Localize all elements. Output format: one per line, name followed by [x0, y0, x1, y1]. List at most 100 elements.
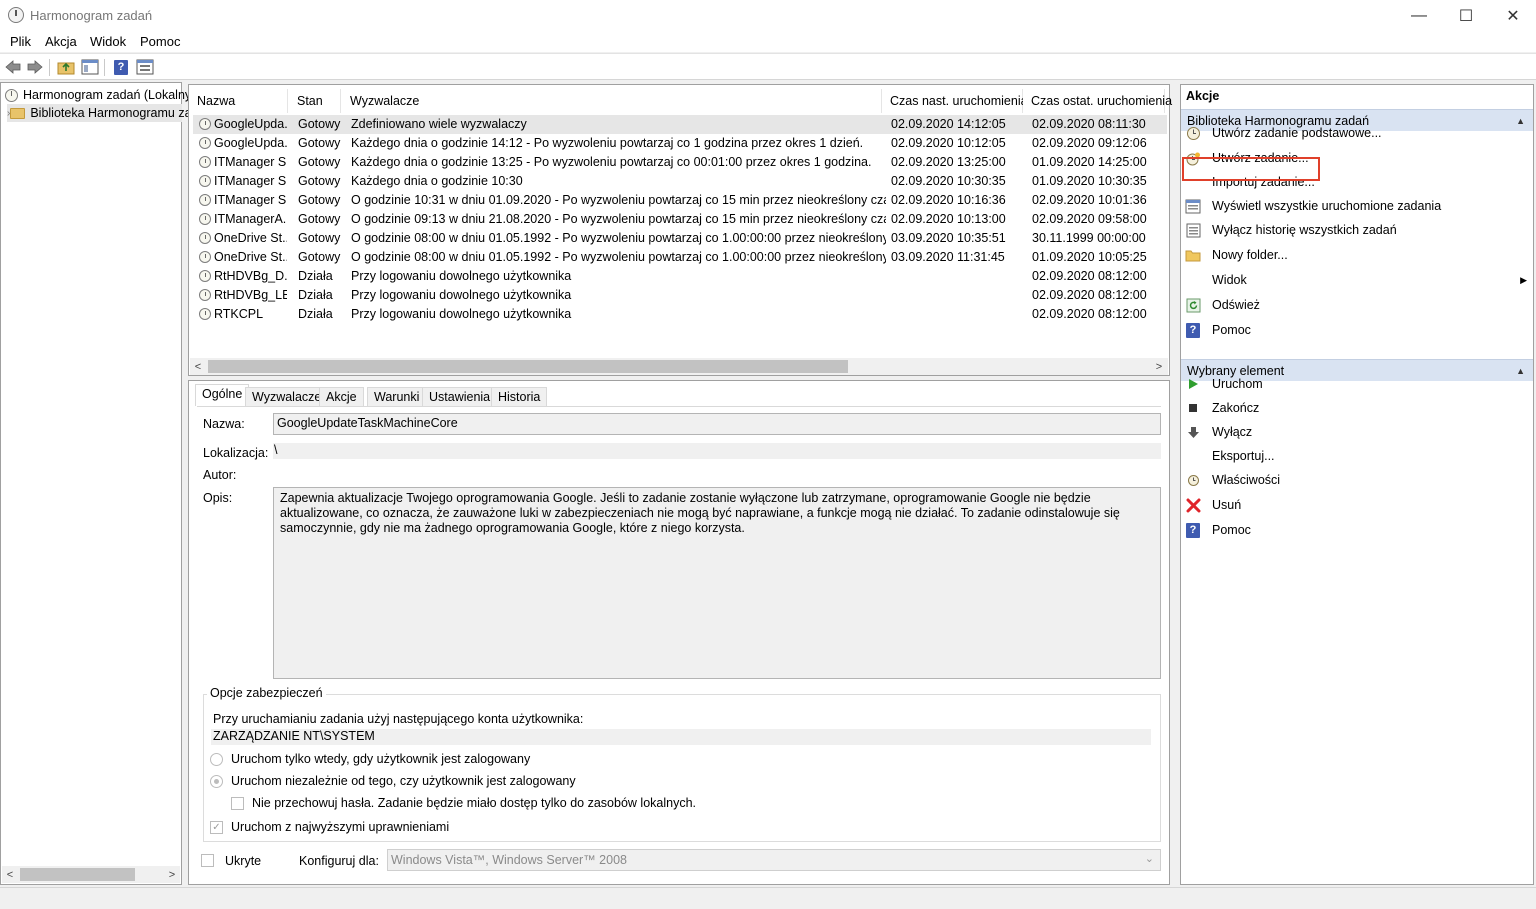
tab-triggers[interactable]: Wyzwalacze: [245, 387, 329, 406]
cell-next-run: 02.09.2020 10:16:36: [891, 193, 1029, 207]
action-item[interactable]: Wyłącz: [1185, 421, 1529, 443]
action-item[interactable]: Nowy folder...: [1185, 244, 1529, 266]
cell-status-text: Gotowy: [298, 136, 341, 150]
table-row[interactable]: OneDrive St... Gotowy O godzinie 08:00 w d…: [193, 229, 1167, 248]
column-header-next-run[interactable]: Czas nast. uruchomienia: [882, 89, 1028, 113]
action-label: Pomoc: [1212, 523, 1251, 537]
menu-view[interactable]: Widok: [90, 34, 126, 49]
close-button[interactable]: ✕: [1490, 0, 1536, 32]
scroll-left-arrow-icon[interactable]: <: [2, 866, 18, 883]
tab-general[interactable]: Ogólne: [195, 384, 250, 406]
show-hide-console-tree-icon[interactable]: [80, 58, 100, 76]
status-bar: [0, 887, 1536, 909]
cell-name: ITManagerA...: [199, 212, 287, 226]
name-field[interactable]: GoogleUpdateTaskMachineCore: [273, 413, 1161, 435]
action-item[interactable]: Utwórz zadanie podstawowe...: [1185, 122, 1529, 144]
tab-settings[interactable]: Ustawienia: [422, 387, 498, 406]
table-row[interactable]: GoogleUpda... Gotowy Każdego dnia o godzin…: [193, 134, 1167, 153]
highest-privileges-label: Uruchom z najwyższymi uprawnieniami: [231, 820, 450, 834]
maximize-button[interactable]: ☐: [1443, 0, 1489, 32]
cell-triggers: Zdefiniowano wiele wyzwalaczy: [351, 117, 886, 131]
action-item[interactable]: Odśwież: [1185, 294, 1529, 316]
tree-horizontal-scrollbar[interactable]: < >: [2, 866, 180, 883]
table-row[interactable]: OneDrive St... Gotowy O godzinie 08:00 w d…: [193, 248, 1167, 267]
cell-status: Gotowy: [298, 136, 348, 150]
tab-strip-divider: [197, 406, 1161, 407]
tree-item-task-library[interactable]: › Biblioteka Harmonogramu zadań: [7, 104, 212, 122]
action-label: Usuń: [1212, 498, 1242, 512]
action-item[interactable]: Usuń: [1185, 494, 1529, 516]
blank-icon: [1185, 448, 1201, 464]
table-row[interactable]: ITManager S... Gotowy O godzinie 10:31 w d…: [193, 191, 1167, 210]
cell-name: GoogleUpda...: [199, 117, 287, 131]
action-item[interactable]: Wyłącz historię wszystkich zadań: [1185, 219, 1529, 241]
properties-icon[interactable]: [135, 58, 155, 76]
back-arrow-icon[interactable]: [3, 58, 23, 76]
tab-actions[interactable]: Akcje: [319, 387, 364, 406]
tree-root-task-scheduler[interactable]: Harmonogram zadań (Lokalny): [5, 86, 195, 104]
scroll-right-arrow-icon[interactable]: >: [164, 866, 180, 883]
radio-run-regardless[interactable]: [210, 775, 223, 788]
radio-run-only-logged-on[interactable]: [210, 753, 223, 766]
action-item[interactable]: Eksportuj...: [1185, 445, 1529, 467]
help-icon[interactable]: ?: [111, 58, 131, 76]
action-item[interactable]: Uruchom: [1185, 373, 1529, 395]
action-item[interactable]: Właściwości: [1185, 469, 1529, 491]
task-clock-icon: [199, 156, 211, 168]
checkbox-hidden[interactable]: [201, 854, 214, 867]
scrollbar-thumb[interactable]: [20, 868, 135, 881]
cell-last-run: 02.09.2020 08:12:00: [1032, 307, 1167, 321]
cell-triggers-text: Każdego dnia o godzinie 10:30: [351, 174, 523, 188]
actions-pane: Akcje Biblioteka Harmonogramu zadań ▲ Ut…: [1180, 84, 1534, 885]
table-row[interactable]: ITManagerA... Gotowy O godzinie 09:13 w dn…: [193, 210, 1167, 229]
up-folder-icon[interactable]: [56, 58, 76, 76]
scroll-right-arrow-icon[interactable]: >: [1151, 358, 1167, 375]
cell-triggers-text: Zdefiniowano wiele wyzwalaczy: [351, 117, 527, 131]
table-row[interactable]: ITManager S... Gotowy Każdego dnia o godzi…: [193, 153, 1167, 172]
task-list-horizontal-scrollbar[interactable]: < >: [190, 358, 1168, 375]
table-row[interactable]: RtHDVBg_LE... Działa Przy logowaniu dowoln…: [193, 286, 1167, 305]
cell-next-run-text: 03.09.2020 11:31:45: [891, 250, 1005, 264]
title-bar: Harmonogram zadań — ☐ ✕: [0, 0, 1536, 32]
forward-arrow-icon[interactable]: [25, 58, 45, 76]
table-row[interactable]: RTKCPL Działa Przy logowaniu dowolnego uży…: [193, 305, 1167, 324]
cell-last-run: 01.09.2020 14:25:00: [1032, 155, 1167, 169]
description-field[interactable]: Zapewnia aktualizacje Twojego oprogramow…: [273, 487, 1161, 679]
cell-triggers-text: Każdego dnia o godzinie 13:25 - Po wyzwo…: [351, 155, 872, 169]
column-header-last-run[interactable]: Czas ostat. uruchomienia: [1023, 89, 1172, 113]
cell-last-run: 01.09.2020 10:05:25: [1032, 250, 1167, 264]
scrollbar-thumb[interactable]: [208, 360, 848, 373]
action-item[interactable]: ? Pomoc: [1185, 519, 1529, 541]
cell-next-run: 02.09.2020 10:12:05: [891, 136, 1029, 150]
task-clock-icon: [199, 251, 211, 263]
cell-name: OneDrive St...: [199, 231, 287, 245]
column-header-name[interactable]: Nazwa: [189, 89, 288, 113]
cell-status-text: Gotowy: [298, 174, 341, 188]
action-item[interactable]: Wyświetl wszystkie uruchomione zadania: [1185, 195, 1529, 217]
column-header-status[interactable]: Stan: [289, 89, 341, 113]
table-row[interactable]: GoogleUpda... Gotowy Zdefiniowano wiele wy…: [193, 115, 1167, 134]
configure-for-select[interactable]: Windows Vista™, Windows Server™ 2008 ⌄: [387, 849, 1161, 871]
tab-conditions[interactable]: Warunki: [367, 387, 427, 406]
menu-file[interactable]: Plik: [10, 34, 31, 49]
scroll-left-arrow-icon[interactable]: <: [190, 358, 206, 375]
task-details-pane: Ogólne Wyzwalacze Akcje Warunki Ustawien…: [188, 380, 1170, 885]
actions-pane-title: Akcje: [1186, 89, 1220, 103]
create-basic-task-icon: [1185, 125, 1201, 141]
menu-help[interactable]: Pomoc: [140, 34, 180, 49]
table-row[interactable]: ITManager S... Gotowy Każdego dnia o godzi…: [193, 172, 1167, 191]
action-item[interactable]: ? Pomoc: [1185, 319, 1529, 341]
checkbox-highest-privileges[interactable]: ✓: [210, 821, 223, 834]
cell-triggers: O godzinie 08:00 w dniu 01.05.1992 - Po …: [351, 231, 886, 245]
action-item[interactable]: Widok ▶: [1185, 269, 1529, 291]
cell-last-run-text: 01.09.2020 10:05:25: [1032, 250, 1147, 264]
action-item[interactable]: Zakończ: [1185, 397, 1529, 419]
task-clock-icon: [199, 270, 211, 282]
checkbox-do-not-store-password[interactable]: [231, 797, 244, 810]
menu-action[interactable]: Akcja: [45, 34, 77, 49]
column-header-triggers[interactable]: Wyzwalacze: [342, 89, 882, 113]
tab-history[interactable]: Historia: [491, 387, 548, 406]
cell-name-text: RtHDVBg_D...: [214, 269, 287, 283]
minimize-button[interactable]: —: [1396, 0, 1442, 32]
table-row[interactable]: RtHDVBg_D... Działa Przy logowaniu dowolne…: [193, 267, 1167, 286]
